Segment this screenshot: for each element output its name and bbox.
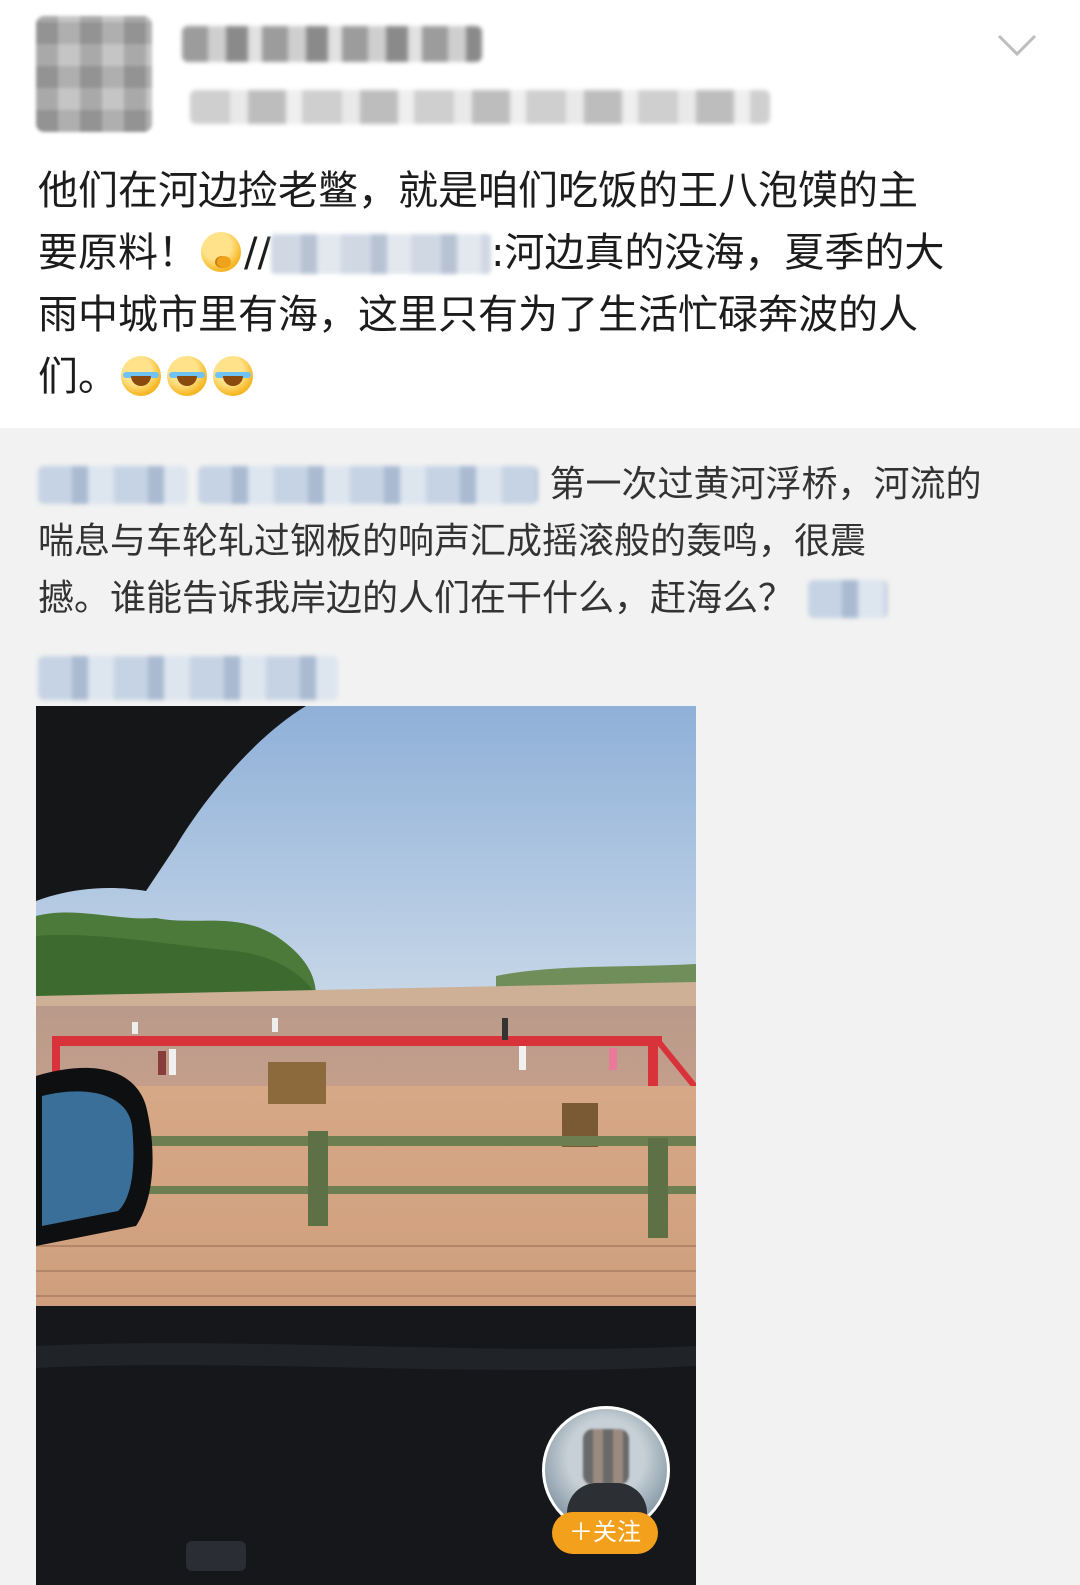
post-header [0,0,1080,150]
crying-laughing-icon [121,356,161,396]
avatar[interactable] [36,16,152,132]
repost-topic-blurred[interactable] [198,466,538,504]
crying-laughing-icon [167,356,207,396]
post-line: 要原料！//:河边真的没海，夏季的大 [38,230,945,276]
post-line: 们。 [38,346,1038,408]
repost-line: 撼。谁能告诉我岸边的人们在干什么，赶海么？ [38,570,1038,627]
repost-line: 第一次过黄河浮桥，河流的 [38,456,1038,513]
chevron-down-icon[interactable] [995,30,1039,60]
repost-line: 喘息与车轮轧过钢板的响声汇成摇滚般的轰鸣，很震 [38,521,867,562]
thinking-face-icon [201,232,241,272]
username-blurred[interactable] [182,26,482,62]
face-blurred [583,1429,629,1485]
repost-body: 第一次过黄河浮桥，河流的 喘息与车轮轧过钢板的响声汇成摇滚般的轰鸣，很震 撼。谁… [38,456,1038,700]
post-body: 他们在河边捡老鳖，就是咱们吃饭的王八泡馍的主 要原料！//:河边真的没海，夏季的… [38,160,1038,408]
crying-laughing-icon [213,356,253,396]
reposted-content[interactable]: 第一次过黄河浮桥，河流的 喘息与车轮轧过钢板的响声汇成摇滚般的轰鸣，很震 撼。谁… [0,428,1080,1585]
post-line: 雨中城市里有海，这里只有为了生活忙碌奔波的人 [38,292,918,338]
follow-button[interactable]: ＋关注 [552,1512,658,1554]
location-tag-blurred-line2[interactable] [38,656,338,700]
mention-blurred[interactable] [270,234,491,274]
repost-author-blurred[interactable] [38,466,188,504]
post-line: 他们在河边捡老鳖，就是咱们吃饭的王八泡馍的主 [38,168,918,214]
post-meta-blurred [190,90,770,124]
location-tag-blurred[interactable] [808,580,889,618]
